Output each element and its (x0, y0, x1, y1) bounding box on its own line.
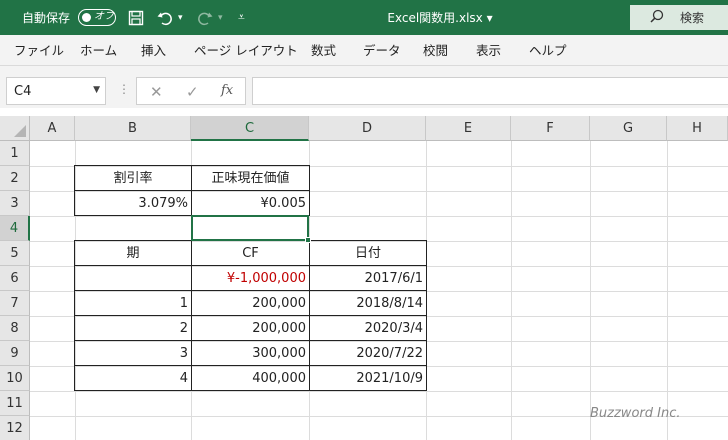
cell-c10[interactable]: 400,000 (191, 365, 310, 391)
toggle-knob (82, 12, 91, 22)
enter-icon[interactable]: ✓ (186, 83, 199, 101)
search-icon (650, 9, 664, 27)
cell-d6[interactable]: 2017/6/1 (309, 265, 427, 291)
row-header-5[interactable]: 5 (0, 241, 30, 266)
name-box[interactable]: C4 ▼ (6, 77, 106, 105)
spreadsheet-grid: A B C D E F G H 1 2 3 4 5 6 7 8 9 10 11 … (0, 116, 728, 440)
cell-c3[interactable]: ¥0.005 (191, 190, 310, 216)
gridline (30, 391, 728, 392)
column-header-h[interactable]: H (667, 116, 728, 141)
tab-home[interactable]: ホーム (80, 35, 117, 66)
row-header-12[interactable]: 12 (0, 416, 30, 440)
tab-formulas[interactable]: 数式 (311, 35, 336, 66)
ribbon-gap (0, 66, 728, 76)
row-header-4[interactable]: 4 (0, 216, 30, 241)
formula-bar: C4 ▼ ⋮ ✕ ✓ fx (0, 76, 728, 108)
name-box-dropdown-icon[interactable]: ▼ (93, 85, 100, 95)
row-header-10[interactable]: 10 (0, 366, 30, 391)
tab-help[interactable]: ヘルプ (529, 35, 567, 66)
tab-review[interactable]: 校閲 (423, 35, 448, 66)
cell-d8[interactable]: 2020/3/4 (309, 315, 427, 341)
drag-handle-icon[interactable]: ⋮ (118, 82, 130, 96)
cell-c9[interactable]: 300,000 (191, 340, 310, 366)
row-header-11[interactable]: 11 (0, 391, 30, 416)
watermark: Buzzword Inc. (590, 406, 681, 421)
tab-file[interactable]: ファイル (14, 35, 64, 66)
title-bar: 自動保存 オフ ▾ ▾ ⩡ Excel関数用.xlsx ▾ 検索 (0, 0, 728, 35)
window-title[interactable]: Excel関数用.xlsx ▾ (340, 0, 540, 35)
autosave-state: オフ (94, 11, 114, 22)
cell-c2[interactable]: 正味現在価値 (191, 165, 310, 191)
search-label: 検索 (680, 11, 705, 25)
column-header-b[interactable]: B (75, 116, 191, 141)
cell-b7[interactable]: 1 (74, 290, 192, 316)
row-header-6[interactable]: 6 (0, 266, 30, 291)
cell-b5[interactable]: 期 (74, 240, 192, 266)
undo-icon[interactable] (156, 0, 174, 35)
row-header-7[interactable]: 7 (0, 291, 30, 316)
row-header-1[interactable]: 1 (0, 141, 30, 166)
cell-b2[interactable]: 割引率 (74, 165, 192, 191)
column-header-g[interactable]: G (590, 116, 667, 141)
redo-dropdown-icon[interactable]: ▾ (218, 0, 223, 35)
save-icon[interactable] (128, 0, 144, 35)
cell-d10[interactable]: 2021/10/9 (309, 365, 427, 391)
name-box-value: C4 (14, 84, 32, 99)
cancel-icon[interactable]: ✕ (150, 83, 163, 101)
cell-b9[interactable]: 3 (74, 340, 192, 366)
row-header-8[interactable]: 8 (0, 316, 30, 341)
cell-b8[interactable]: 2 (74, 315, 192, 341)
column-header-f[interactable]: F (511, 116, 590, 141)
select-all-icon (14, 125, 26, 137)
ribbon-tabs: ファイル ホーム 挿入 ページ レイアウト 数式 データ 校閲 表示 ヘルプ (0, 35, 728, 66)
cell-d5[interactable]: 日付 (309, 240, 427, 266)
tab-page-layout[interactable]: ページ レイアウト (194, 35, 298, 66)
column-header-e[interactable]: E (426, 116, 511, 141)
tab-insert[interactable]: 挿入 (141, 35, 166, 66)
cell-d9[interactable]: 2020/7/22 (309, 340, 427, 366)
autosave-label: 自動保存 (22, 11, 71, 25)
row-header-9[interactable]: 9 (0, 341, 30, 366)
tab-data[interactable]: データ (363, 35, 401, 66)
cell-b10[interactable]: 4 (74, 365, 192, 391)
row-header-3[interactable]: 3 (0, 191, 30, 216)
formula-buttons: ✕ ✓ fx (136, 77, 246, 105)
cell-c8[interactable]: 200,000 (191, 315, 310, 341)
search-box[interactable]: 検索 (630, 5, 728, 30)
cell-c7[interactable]: 200,000 (191, 290, 310, 316)
column-header-a[interactable]: A (30, 116, 75, 141)
cell-c5[interactable]: CF (191, 240, 310, 266)
autosave-toggle[interactable]: オフ (78, 9, 116, 26)
fill-handle[interactable] (305, 237, 311, 243)
cell-d7[interactable]: 2018/8/14 (309, 290, 427, 316)
column-header-d[interactable]: D (309, 116, 426, 141)
row-header-2[interactable]: 2 (0, 166, 30, 191)
undo-dropdown-icon[interactable]: ▾ (178, 0, 183, 35)
tab-view[interactable]: 表示 (476, 35, 501, 66)
cell-b3[interactable]: 3.079% (74, 190, 192, 216)
cell-b6[interactable] (74, 265, 192, 291)
select-all-button[interactable] (0, 116, 30, 141)
insert-function-icon[interactable]: fx (221, 83, 233, 98)
customize-toolbar-icon[interactable]: ⩡ (238, 0, 245, 35)
column-header-c[interactable]: C (191, 116, 309, 141)
gridline (30, 216, 728, 217)
formula-input[interactable] (252, 77, 728, 105)
redo-icon[interactable] (196, 0, 214, 35)
active-cell-c4[interactable] (191, 215, 309, 241)
cell-c6[interactable]: ¥-1,000,000 (191, 265, 310, 291)
